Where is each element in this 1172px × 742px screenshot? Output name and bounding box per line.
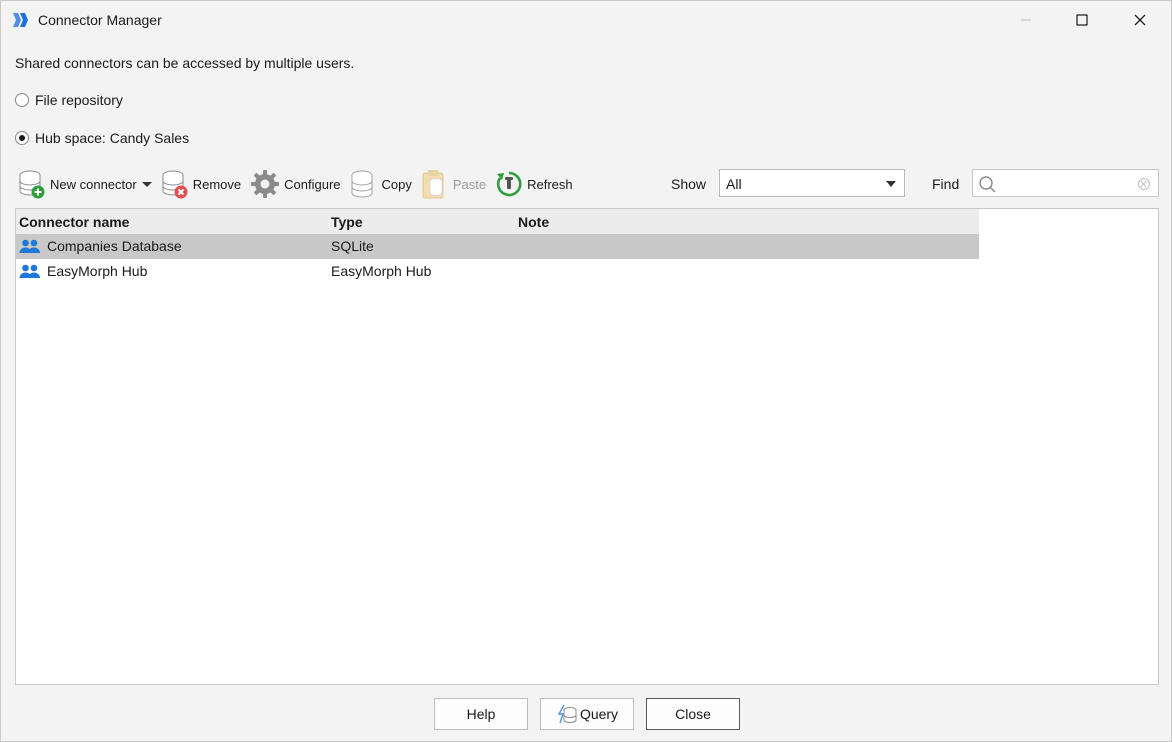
show-select-value: All (726, 176, 742, 192)
cell-type: EasyMorph Hub (331, 263, 432, 279)
help-button[interactable]: Help (434, 698, 528, 730)
configure-label: Configure (284, 176, 341, 192)
column-header-note[interactable]: Note (518, 214, 549, 230)
grid-header: Connector name Type Note (16, 209, 979, 234)
chevron-down-icon[interactable] (886, 181, 896, 187)
column-header-type[interactable]: Type (331, 214, 363, 230)
maximize-button[interactable] (1059, 1, 1105, 39)
easymorph-logo-icon (13, 13, 28, 27)
paste-icon (422, 170, 444, 199)
description-text: Shared connectors can be accessed by mul… (15, 55, 355, 71)
table-row[interactable]: EasyMorph Hub EasyMorph Hub (16, 259, 979, 284)
new-connector-label: New connector (50, 176, 137, 192)
close-window-button[interactable] (1117, 1, 1163, 39)
refresh-button[interactable]: Refresh (494, 167, 573, 201)
clear-icon[interactable] (1138, 178, 1150, 190)
query-label: Query (579, 706, 619, 722)
refresh-icon (497, 171, 522, 197)
refresh-label: Refresh (527, 176, 573, 192)
radio-hub-space[interactable]: Hub space: Candy Sales (15, 130, 189, 146)
remove-button[interactable]: Remove (160, 167, 241, 201)
configure-button[interactable]: Configure (249, 167, 341, 201)
copy-button[interactable]: Copy (349, 167, 412, 201)
database-remove-icon (162, 170, 188, 199)
users-icon (19, 239, 40, 253)
database-copy-icon (351, 170, 373, 198)
cell-type: SQLite (331, 238, 374, 254)
minimize-button[interactable] (1003, 1, 1049, 39)
find-input[interactable] (999, 173, 1133, 195)
cell-connector-name: Companies Database (47, 238, 182, 254)
toolbar: New connector Remove Configure Copy Past… (17, 167, 581, 201)
close-button[interactable]: Close (646, 698, 740, 730)
remove-label: Remove (192, 176, 242, 192)
copy-label: Copy (381, 176, 412, 192)
search-icon (979, 176, 996, 193)
connector-grid: Connector name Type Note Companies Datab… (15, 208, 1159, 685)
new-connector-button[interactable]: New connector (17, 167, 152, 201)
show-select[interactable]: All (719, 169, 905, 197)
radio-label: Hub space: Candy Sales (35, 130, 190, 146)
maximize-icon (1076, 14, 1088, 26)
users-icon (19, 264, 40, 278)
paste-button[interactable]: Paste (420, 167, 486, 201)
gear-icon (251, 170, 280, 198)
close-icon (1134, 14, 1146, 26)
query-button[interactable]: Query (540, 698, 634, 730)
radio-indicator[interactable] (15, 131, 29, 145)
query-icon (557, 704, 577, 724)
show-label: Show (671, 176, 707, 192)
connector-manager-window: Connector Manager Shared connectors can … (0, 0, 1172, 742)
radio-label: File repository (35, 92, 123, 108)
title-bar: Connector Manager (1, 1, 1171, 39)
table-row[interactable]: Companies Database SQLite (16, 234, 979, 259)
column-header-connector-name[interactable]: Connector name (19, 214, 129, 230)
find-box[interactable] (972, 169, 1159, 197)
paste-label: Paste (452, 176, 487, 192)
cell-connector-name: EasyMorph Hub (47, 263, 148, 279)
radio-file-repository[interactable]: File repository (15, 92, 123, 108)
minimize-icon (1021, 19, 1031, 21)
window-title: Connector Manager (38, 12, 162, 28)
database-add-icon (19, 170, 45, 199)
radio-indicator[interactable] (15, 93, 29, 107)
chevron-down-icon[interactable] (141, 181, 152, 187)
find-label: Find (932, 176, 960, 192)
